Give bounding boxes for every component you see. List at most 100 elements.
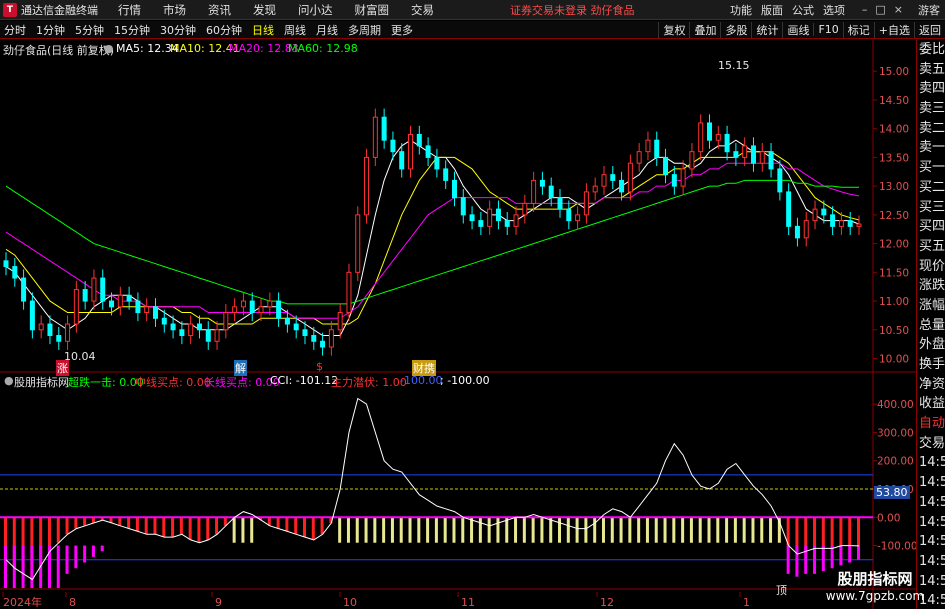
candle-body: [302, 329, 308, 337]
menu-discover[interactable]: 发现: [253, 2, 276, 18]
sidebar-auto[interactable]: 自动: [917, 414, 945, 434]
menu-function[interactable]: 功能: [730, 2, 752, 18]
candle-body: [750, 145, 756, 164]
period-5min[interactable]: 5分钟: [75, 22, 104, 38]
candle-body: [671, 174, 677, 187]
indicator-cci: CCI: -101.12: [270, 374, 339, 387]
histogram-bar: [135, 517, 139, 532]
candle-body: [12, 266, 18, 279]
sidebar-sell1[interactable]: 卖一: [917, 138, 945, 158]
histogram-bar: [197, 517, 201, 543]
guest-label[interactable]: 游客: [918, 2, 940, 18]
sidebar-earnings[interactable]: 收益: [917, 394, 945, 414]
period-1min[interactable]: 1分钟: [36, 22, 65, 38]
ma-line-ma20: [5, 162, 860, 319]
sidebar-buy1[interactable]: 买一: [917, 158, 945, 178]
histogram-bar: [566, 517, 570, 543]
sidebar-change[interactable]: 涨跌: [917, 276, 945, 296]
histogram-bar: [751, 517, 755, 543]
menu-market[interactable]: 市场: [163, 2, 186, 18]
sidebar-buy3[interactable]: 买三: [917, 198, 945, 218]
period-30min[interactable]: 30分钟: [160, 22, 196, 38]
sidebar-weibi[interactable]: 委比: [917, 40, 945, 60]
mark-unlock[interactable]: 解: [234, 360, 247, 376]
candle-body: [794, 225, 800, 239]
histogram-bar: [839, 517, 843, 546]
chart-area[interactable]: 10.0010.5011.0011.5012.0012.5013.0013.50…: [0, 40, 916, 609]
mark-dollar[interactable]: $: [316, 360, 323, 373]
add-watchlist-button[interactable]: +自选: [873, 21, 914, 38]
sidebar-netasset[interactable]: 净资: [917, 375, 945, 395]
overlay-button[interactable]: 叠加: [689, 21, 720, 38]
candle-body: [223, 312, 229, 331]
candle-body: [293, 323, 299, 331]
back-button[interactable]: 返回: [914, 21, 945, 38]
candle-body: [425, 145, 431, 158]
sidebar-price[interactable]: 现价: [917, 257, 945, 277]
candle-body: [522, 202, 528, 216]
candle-body: [531, 179, 537, 204]
period-60min[interactable]: 60分钟: [206, 22, 242, 38]
sidebar-buy2[interactable]: 买二: [917, 178, 945, 198]
menu-layout[interactable]: 版面: [761, 2, 783, 18]
sidebar-turnover[interactable]: 换手: [917, 355, 945, 375]
indicator-a: 超跌一击: 0.00: [68, 376, 144, 389]
sidebar-pct[interactable]: 涨幅: [917, 296, 945, 316]
date-tick-label: 11: [461, 596, 475, 609]
candle-body: [355, 214, 361, 273]
sidebar-sell2[interactable]: 卖二: [917, 119, 945, 139]
period-multi[interactable]: 多周期: [348, 22, 381, 38]
candle-body: [504, 220, 510, 227]
menu-trade[interactable]: 交易: [411, 2, 434, 18]
menu-ask[interactable]: 问小达: [298, 2, 333, 18]
adjust-button[interactable]: 复权: [658, 21, 689, 38]
sidebar-sell3[interactable]: 卖三: [917, 99, 945, 119]
maximize-icon[interactable]: □: [875, 3, 885, 16]
candle-body: [513, 214, 519, 227]
stats-button[interactable]: 统计: [751, 21, 782, 38]
sidebar-sell5[interactable]: 卖五: [917, 60, 945, 80]
period-monthly[interactable]: 月线: [316, 22, 338, 38]
indicator-tick-label: -100.00: [877, 541, 916, 553]
candle-body: [109, 300, 115, 308]
draw-button[interactable]: 画线: [782, 21, 813, 38]
sidebar-volume[interactable]: 总量: [917, 316, 945, 336]
period-15min[interactable]: 15分钟: [114, 22, 150, 38]
close-icon[interactable]: ×: [894, 3, 903, 16]
candle-body: [328, 329, 334, 348]
period-weekly[interactable]: 周线: [284, 22, 306, 38]
date-axis: 2024年 8 9 10 11 12 1: [2, 592, 750, 609]
candle-body: [742, 145, 748, 158]
histogram-bar: [584, 517, 588, 543]
sidebar-trade[interactable]: 交易: [917, 434, 945, 454]
login-warning[interactable]: 证券交易未登录 劲仔食品: [510, 2, 635, 18]
sidebar-buy5[interactable]: 买五: [917, 237, 945, 257]
mark-finance[interactable]: 财携: [412, 360, 436, 376]
mark-button[interactable]: 标记: [842, 21, 874, 38]
indicator-name: 股朋指标网: [14, 376, 69, 389]
sidebar-sell4[interactable]: 卖四: [917, 79, 945, 99]
candle-body: [698, 122, 704, 153]
watermark-title: 股朋指标网: [837, 570, 913, 588]
latent-bar: [4, 545, 7, 588]
period-daily[interactable]: 日线: [252, 22, 274, 38]
date-tick-label: 12: [600, 596, 614, 609]
period-more[interactable]: 更多: [391, 22, 413, 38]
price-tick-label: 12.50: [879, 210, 909, 222]
histogram-bar: [144, 517, 148, 535]
menu-news[interactable]: 资讯: [208, 2, 231, 18]
sidebar-buy4[interactable]: 买四: [917, 217, 945, 237]
main-menu: 行情 市场 资讯 发现 问小达 财富圈 交易: [118, 2, 456, 18]
mark-rise[interactable]: 涨: [56, 360, 69, 376]
menu-quotes[interactable]: 行情: [118, 2, 141, 18]
indicator-tick-label: 0.00: [877, 512, 900, 524]
minimize-icon[interactable]: –: [862, 3, 868, 16]
menu-options[interactable]: 选项: [823, 2, 845, 18]
menu-wealth[interactable]: 财富圈: [355, 2, 390, 18]
sidebar-outer[interactable]: 外盘: [917, 335, 945, 355]
menu-formula[interactable]: 公式: [792, 2, 814, 18]
period-intraday[interactable]: 分时: [4, 22, 26, 38]
multi-stock-button[interactable]: 多股: [720, 21, 751, 38]
f10-button[interactable]: F10: [813, 23, 842, 36]
quote-sidebar: 委比 卖五 卖四 卖三 卖二 卖一 买一 买二 买三 买四 买五 现价 涨跌 涨…: [916, 40, 945, 609]
